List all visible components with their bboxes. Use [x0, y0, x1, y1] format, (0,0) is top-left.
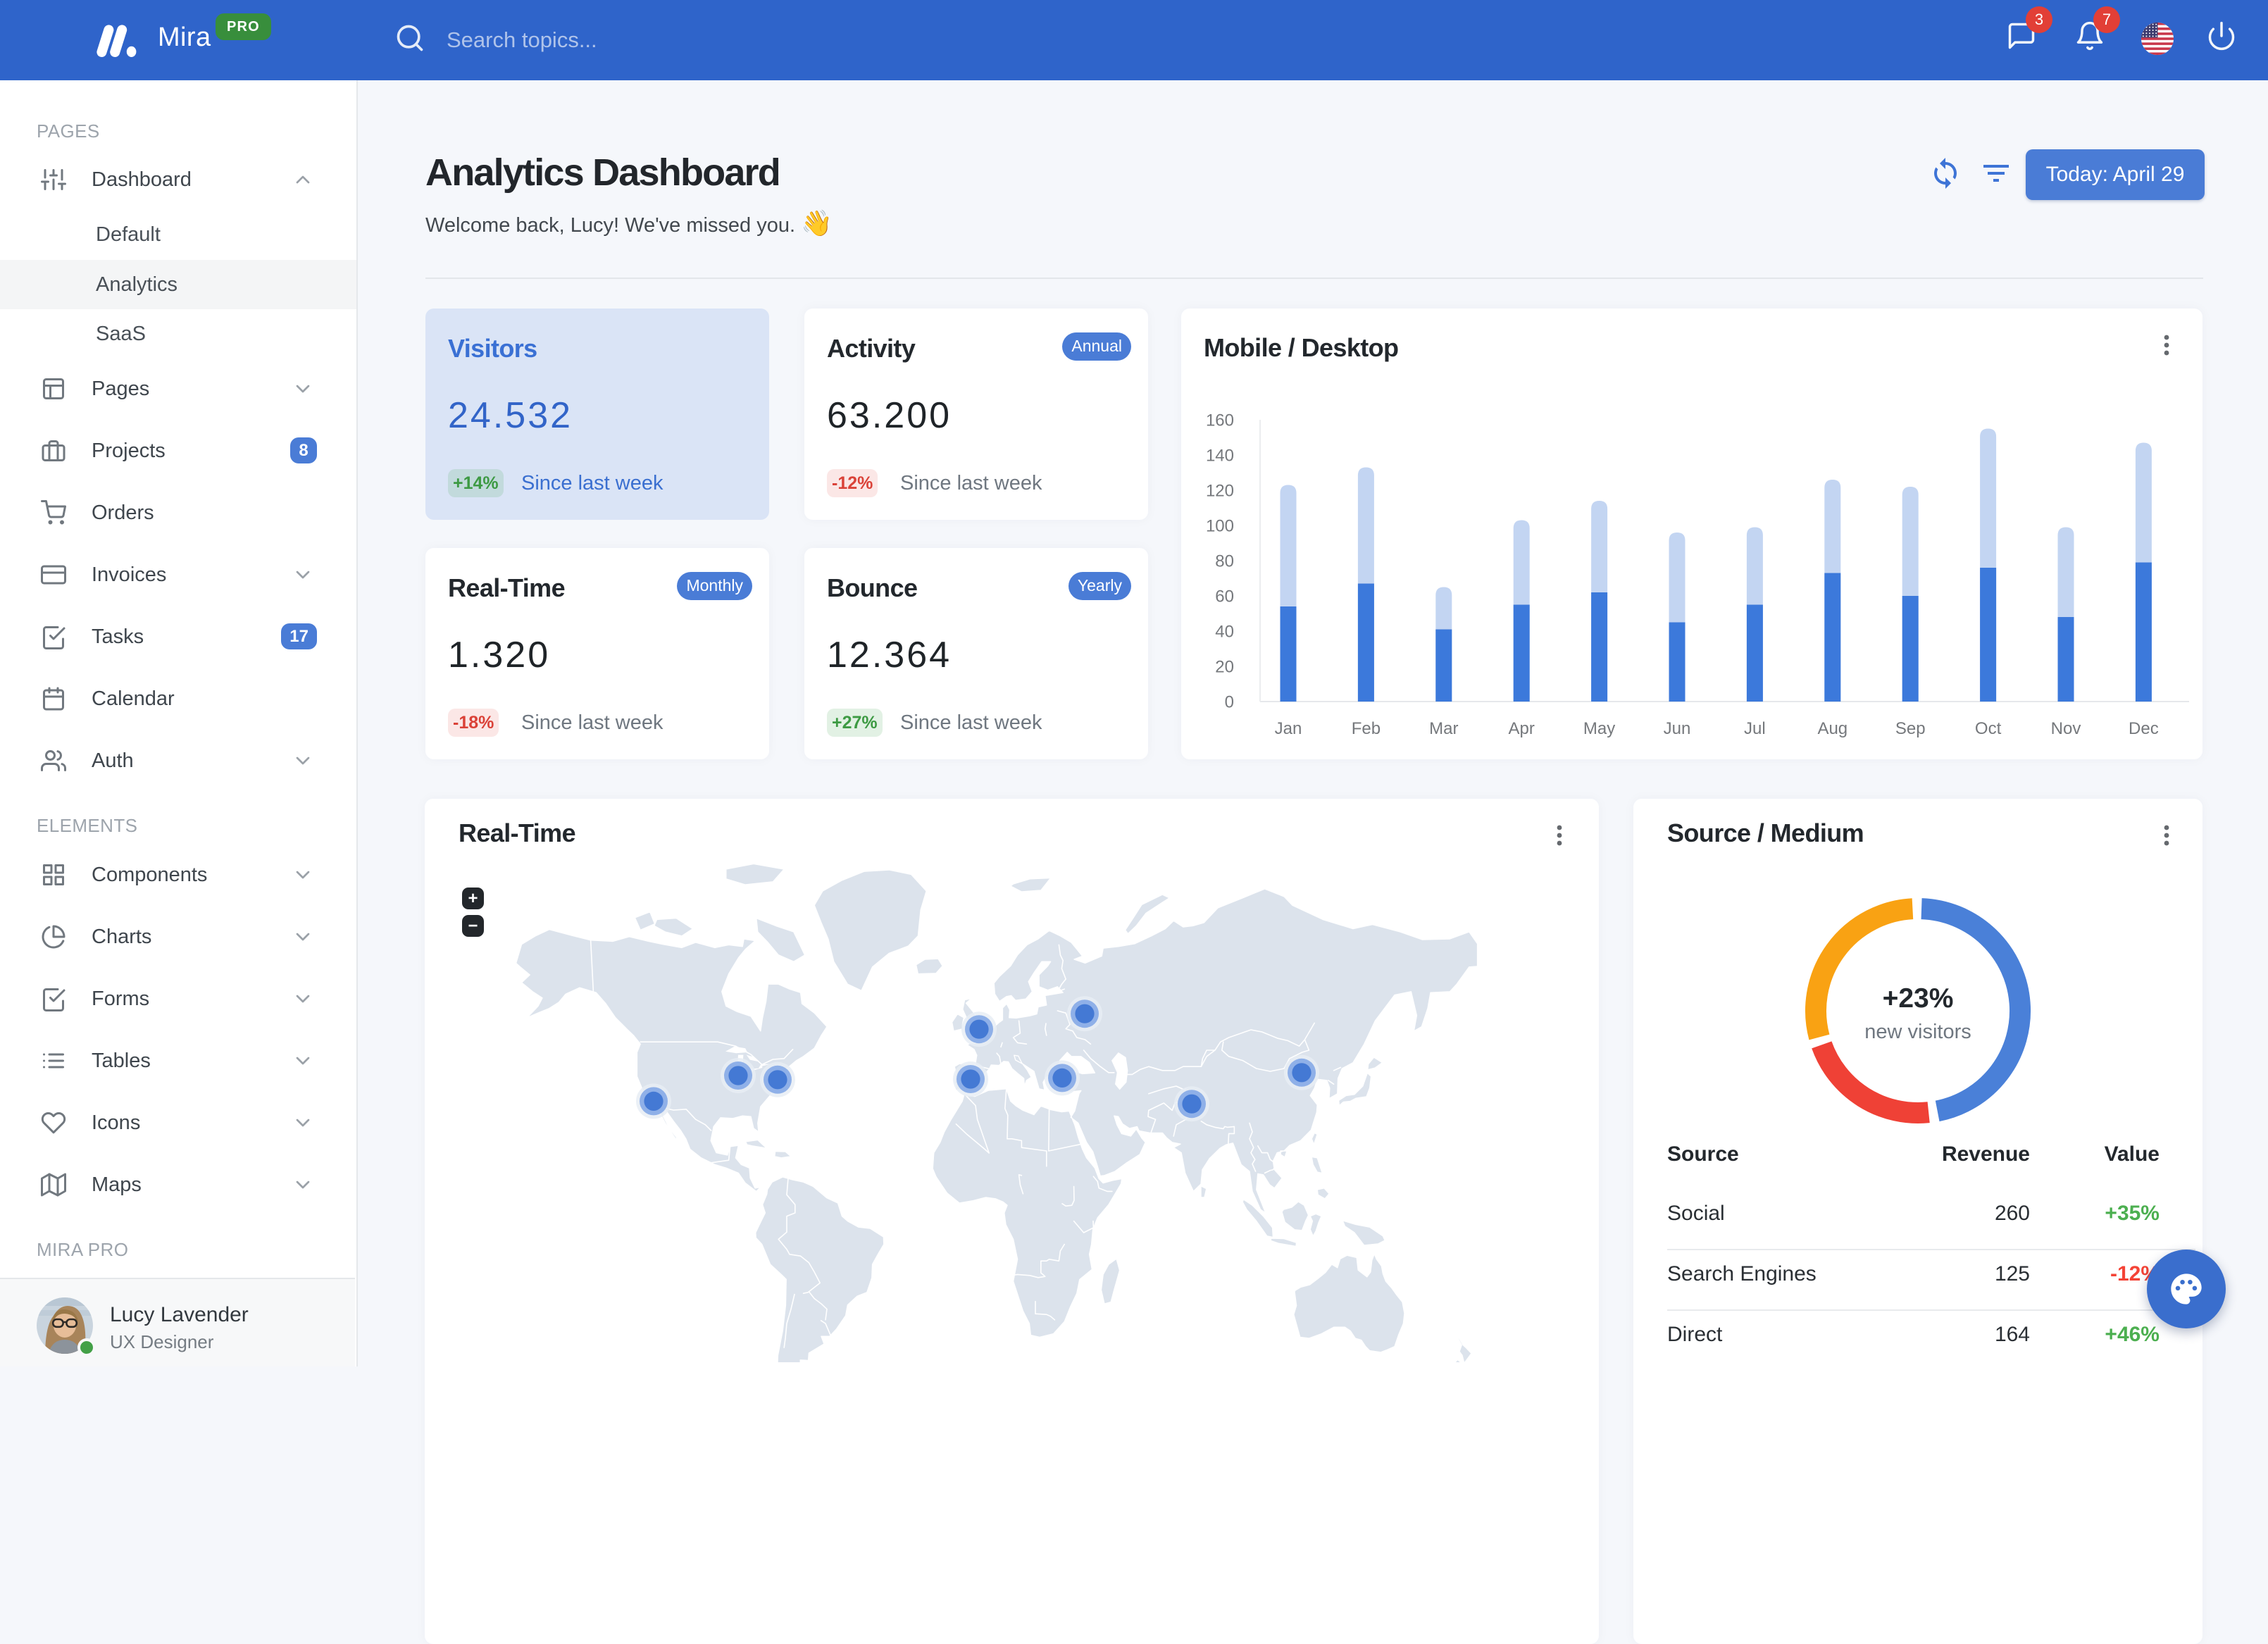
svg-text:Sep: Sep [1895, 719, 1926, 738]
svg-text:Jul: Jul [1744, 719, 1766, 738]
svg-text:80: 80 [1215, 552, 1234, 571]
svg-text:Mar: Mar [1429, 719, 1458, 738]
svg-text:60: 60 [1215, 587, 1234, 606]
svg-text:40: 40 [1215, 622, 1234, 641]
svg-text:Feb: Feb [1352, 719, 1381, 738]
svg-text:160: 160 [1206, 411, 1234, 430]
svg-text:Jun: Jun [1664, 719, 1691, 738]
svg-text:100: 100 [1206, 516, 1234, 535]
svg-text:Apr: Apr [1509, 719, 1535, 738]
svg-text:0: 0 [1225, 692, 1234, 711]
svg-text:Aug: Aug [1817, 719, 1848, 738]
svg-text:140: 140 [1206, 446, 1234, 465]
svg-text:Jan: Jan [1275, 719, 1302, 738]
svg-text:Oct: Oct [1975, 719, 2002, 738]
svg-text:May: May [1583, 719, 1615, 738]
svg-text:20: 20 [1215, 657, 1234, 676]
svg-text:120: 120 [1206, 481, 1234, 500]
svg-text:Nov: Nov [2051, 719, 2081, 738]
svg-text:Dec: Dec [2129, 719, 2159, 738]
